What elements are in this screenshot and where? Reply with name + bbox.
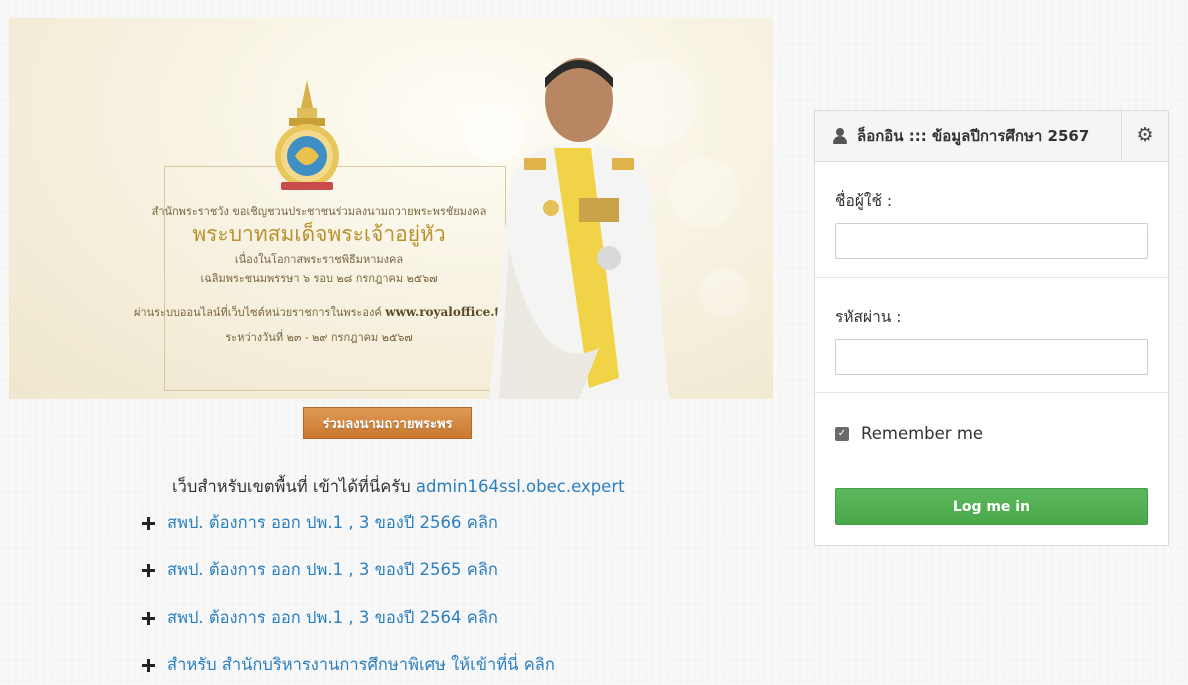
username-input[interactable] (835, 223, 1148, 259)
special-education-link[interactable]: สำหรับ สำนักบริหารงานการศึกษาพิเศษ ให้เข… (167, 652, 555, 678)
list-item: สพป. ต้องการ ออก ปพ.1 , 3 ของปี 2564 คลิ… (142, 605, 498, 631)
pp1-2564-link[interactable]: สพป. ต้องการ ออก ปพ.1 , 3 ของปี 2564 คลิ… (167, 605, 498, 631)
list-item: สพป. ต้องการ ออก ปพ.1 , 3 ของปี 2565 คลิ… (142, 557, 498, 583)
password-label: รหัสผ่าน : (835, 308, 902, 326)
password-input[interactable] (835, 339, 1148, 375)
login-panel: ล็อกอิน ::: ข้อมูลปีการศึกษา 2567 ⚙ ชื่อ… (814, 110, 1169, 546)
list-item: สำหรับ สำนักบริหารงานการศึกษาพิเศษ ให้เข… (142, 652, 555, 678)
banner-bokeh (699, 268, 749, 318)
district-admin-link[interactable]: admin164ssl.obec.expert (416, 477, 625, 496)
username-section: ชื่อผู้ใช้ : (815, 162, 1168, 278)
sign-blessing-button[interactable]: ร่วมลงนามถวายพระพร (303, 407, 472, 439)
check-icon: ✓ (837, 427, 847, 439)
remember-me-checkbox[interactable]: ✓ (835, 426, 849, 441)
plus-icon (142, 658, 155, 672)
banner-bokeh (669, 158, 739, 228)
gear-icon: ⚙ (1136, 124, 1154, 146)
remember-section: ✓ Remember me (815, 393, 1168, 489)
plus-icon (142, 611, 155, 625)
banner-line-website: ผ่านระบบออนไลน์ที่เว็บไซต์หน่วยราชการในพ… (134, 303, 509, 321)
list-item: สพป. ต้องการ ออก ปพ.1 , 3 ของปี 2566 คลิ… (142, 510, 498, 536)
settings-button[interactable]: ⚙ (1121, 111, 1168, 160)
username-label: ชื่อผู้ใช้ : (835, 192, 893, 210)
login-panel-title: ล็อกอิน ::: ข้อมูลปีการศึกษา 2567 (857, 127, 1090, 145)
district-notice-text: เว็บสำหรับเขตพื้นที่ เข้าได้ที่นี่ครับ (172, 477, 411, 496)
royal-emblem-icon (275, 80, 339, 190)
banner-website-prefix: ผ่านระบบออนไลน์ที่เว็บไซต์หน่วยราชการในพ… (134, 306, 382, 319)
banner-line-date: เฉลิมพระชนมพรรษา ๖ รอบ ๒๘ กรกฎาคม ๒๕๖๗ (200, 272, 438, 285)
password-section: รหัสผ่าน : (815, 278, 1168, 393)
plus-icon (142, 563, 155, 577)
remember-me-label[interactable]: Remember me (861, 424, 983, 443)
pp1-2565-link[interactable]: สพป. ต้องการ ออก ปพ.1 , 3 ของปี 2565 คลิ… (167, 557, 498, 583)
remember-me-row: ✓ Remember me (835, 393, 1148, 443)
banner-line-king-title: พระบาทสมเด็จพระเจ้าอยู่หัว (192, 222, 446, 246)
pp1-2566-link[interactable]: สพป. ต้องการ ออก ปพ.1 , 3 ของปี 2566 คลิ… (167, 510, 498, 536)
user-icon (833, 128, 847, 144)
district-notice: เว็บสำหรับเขตพื้นที่ เข้าได้ที่นี่ครับ a… (172, 474, 625, 500)
royal-banner: สำนักพระราชวัง ขอเชิญชวนประชาชนร่วมลงนาม… (9, 18, 773, 399)
plus-icon (142, 516, 155, 530)
login-submit-button[interactable]: Log me in (835, 488, 1148, 525)
login-panel-header: ล็อกอิน ::: ข้อมูลปีการศึกษา 2567 ⚙ (815, 111, 1168, 162)
banner-line-occasion: เนื่องในโอกาสพระราชพิธีมหามงคล (234, 253, 404, 266)
banner-line-period: ระหว่างวันที่ ๒๓ - ๒๙ กรกฎาคม ๒๕๖๗ (225, 331, 413, 344)
king-portrait-image (489, 58, 669, 399)
